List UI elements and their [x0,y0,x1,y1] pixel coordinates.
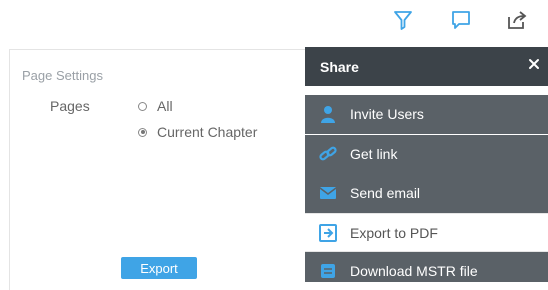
email-icon [318,183,338,203]
share-header: Share [305,47,548,86]
pages-label: Pages [50,98,90,114]
share-menu: Share Invite Users Get link Send email E… [305,47,548,282]
share-item-label: Export to PDF [350,225,438,241]
page-settings-panel [9,49,310,290]
share-item-label: Download MSTR file [350,263,478,279]
comment-icon[interactable] [449,8,473,32]
close-icon[interactable] [527,57,541,71]
radio-current-chapter-label: Current Chapter [157,124,258,140]
filter-icon[interactable] [391,8,415,32]
export-icon [318,223,338,243]
share-item-send-email[interactable]: Send email [305,174,548,213]
radio-current-chapter-dot[interactable] [138,127,147,137]
user-icon [318,104,338,124]
share-item-invite-users[interactable]: Invite Users [305,95,548,134]
share-item-label: Get link [350,146,398,162]
share-icon[interactable] [505,8,529,32]
share-item-download-mstr[interactable]: Download MSTR file [305,252,548,282]
radio-current-chapter[interactable]: Current Chapter [138,124,257,140]
radio-all-dot[interactable] [138,101,147,111]
download-icon [318,261,338,281]
link-icon [318,144,338,164]
share-item-label: Send email [350,185,421,201]
share-item-get-link[interactable]: Get link [305,135,548,174]
share-item-label: Invite Users [350,106,424,122]
top-toolbar [0,0,548,42]
page-settings-title: Page Settings [22,68,103,83]
share-title: Share [320,59,359,75]
radio-all-label: All [157,98,173,114]
export-button[interactable]: Export [121,257,197,279]
radio-all[interactable]: All [138,98,173,114]
share-item-export-pdf[interactable]: Export to PDF [305,213,548,252]
